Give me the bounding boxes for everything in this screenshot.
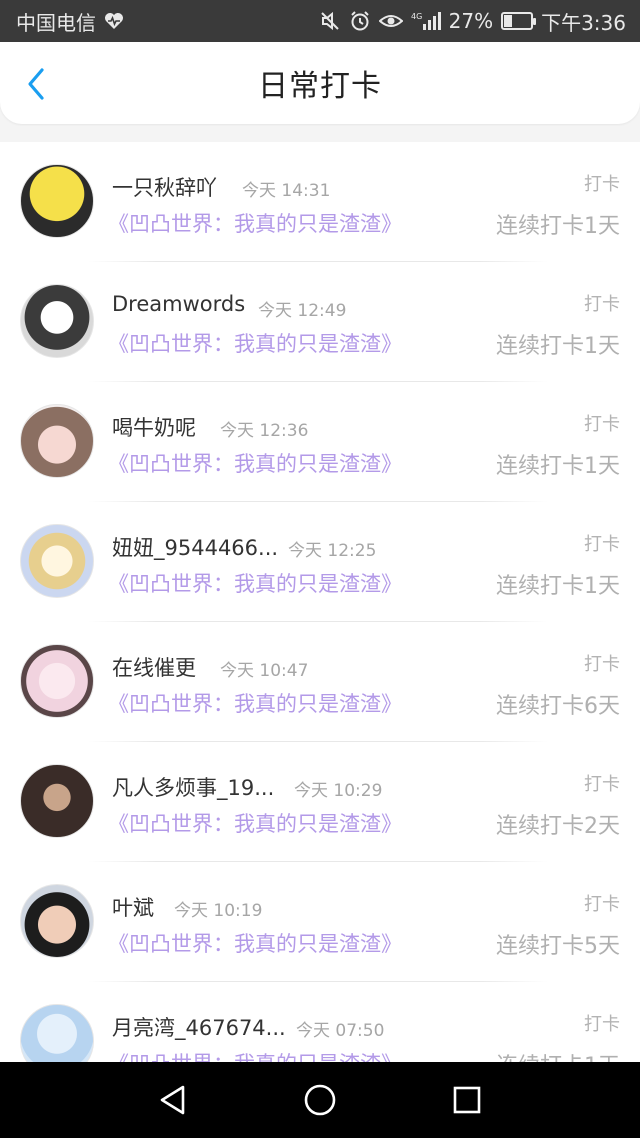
- avatar[interactable]: [20, 524, 94, 598]
- eye-icon: [378, 9, 403, 33]
- checkin-label: 打卡: [584, 174, 620, 195]
- user-name[interactable]: 凡人多烦事_19...: [112, 772, 274, 802]
- header-wrap: 日常打卡: [0, 42, 640, 142]
- clock: 下午3:36: [541, 10, 626, 35]
- signal-icon: 4G: [411, 9, 441, 33]
- checkin-time: 今天 10:19: [174, 901, 263, 921]
- screen: 中国电信 4G 27% 下午3:36 日常打卡 一只秋辞吖 今天 14:31 《…: [0, 0, 640, 1138]
- streak-text: 连续打卡1天: [496, 574, 620, 599]
- book-title-link[interactable]: 《凹凸世界：我真的只是渣渣》: [108, 568, 402, 598]
- streak-text: 连续打卡1天: [496, 214, 620, 239]
- back-nav-button[interactable]: [143, 1070, 203, 1130]
- avatar[interactable]: [20, 884, 94, 958]
- checkin-label: 打卡: [584, 1014, 620, 1035]
- battery-fill: [504, 15, 513, 27]
- user-name[interactable]: Dreamwords: [112, 292, 245, 316]
- list-item[interactable]: 叶斌 今天 10:19 《凹凸世界：我真的只是渣渣》 打卡连续打卡5天: [0, 862, 640, 982]
- user-name[interactable]: 一只秋辞吖: [112, 172, 217, 202]
- checkin-label: 打卡: [584, 774, 620, 795]
- triangle-back-icon: [161, 1085, 185, 1115]
- book-title-link[interactable]: 《凹凸世界：我真的只是渣渣》: [108, 208, 402, 238]
- home-nav-button[interactable]: [290, 1070, 350, 1130]
- checkin-time: 今天 14:31: [242, 181, 331, 201]
- status-left: 中国电信: [16, 7, 124, 36]
- heart-icon: [104, 9, 124, 33]
- list-item[interactable]: 一只秋辞吖 今天 14:31 《凹凸世界：我真的只是渣渣》 打卡连续打卡1天: [0, 142, 640, 262]
- book-title-link[interactable]: 《凹凸世界：我真的只是渣渣》: [108, 1048, 402, 1062]
- checkin-label: 打卡: [584, 534, 620, 555]
- recents-nav-button[interactable]: [437, 1070, 497, 1130]
- book-title-link[interactable]: 《凹凸世界：我真的只是渣渣》: [108, 328, 402, 358]
- avatar[interactable]: [20, 1004, 94, 1062]
- battery-icon: [501, 9, 537, 33]
- user-name[interactable]: 在线催更: [112, 652, 196, 682]
- circle-home-icon: [304, 1084, 336, 1116]
- checkin-label: 打卡: [584, 894, 620, 915]
- checkin-label: 打卡: [584, 654, 620, 675]
- checkin-time: 今天 10:47: [220, 661, 309, 681]
- streak-text: 连续打卡1天: [496, 334, 620, 359]
- book-title-link[interactable]: 《凹凸世界：我真的只是渣渣》: [108, 808, 402, 838]
- status-right: 4G 27% 下午3:36: [319, 7, 626, 36]
- streak-text: 连续打卡2天: [496, 814, 620, 839]
- checkin-label: 打卡: [584, 414, 620, 435]
- mute-icon: [319, 9, 341, 33]
- list-item[interactable]: 妞妞_9544466... 今天 12:25 《凹凸世界：我真的只是渣渣》 打卡连续打…: [0, 502, 640, 622]
- chevron-left-icon: [28, 68, 44, 100]
- book-title-link[interactable]: 《凹凸世界：我真的只是渣渣》: [108, 928, 402, 958]
- user-name[interactable]: 叶斌: [112, 892, 154, 922]
- checkin-time: 今天 12:49: [258, 301, 347, 321]
- list-item[interactable]: 凡人多烦事_19... 今天 10:29 《凹凸世界：我真的只是渣渣》 打卡连续打卡2…: [0, 742, 640, 862]
- status-bar: 中国电信 4G 27% 下午3:36: [0, 0, 640, 42]
- streak-text: 连续打卡1天: [496, 454, 620, 479]
- alarm-icon: [349, 9, 371, 33]
- network-type: 4G: [411, 12, 422, 21]
- book-title-link[interactable]: 《凹凸世界：我真的只是渣渣》: [108, 688, 402, 718]
- user-name[interactable]: 妞妞_9544466...: [112, 532, 278, 562]
- checkin-time: 今天 12:36: [220, 421, 309, 441]
- avatar[interactable]: [20, 764, 94, 838]
- avatar[interactable]: [20, 644, 94, 718]
- checkin-time: 今天 07:50: [296, 1021, 385, 1041]
- list-item[interactable]: Dreamwords 今天 12:49 《凹凸世界：我真的只是渣渣》 打卡连续打卡1天: [0, 262, 640, 382]
- page-title: 日常打卡: [258, 69, 382, 104]
- avatar[interactable]: [20, 404, 94, 478]
- streak-text: 连续打卡1天: [496, 1048, 620, 1062]
- user-name[interactable]: 月亮湾_467674...: [112, 1012, 286, 1042]
- navigation-bar: [0, 1062, 640, 1138]
- carrier-label: 中国电信: [16, 10, 96, 35]
- list-item[interactable]: 月亮湾_467674... 今天 07:50 《凹凸世界：我真的只是渣渣》 打卡连续打…: [0, 982, 640, 1062]
- header: 日常打卡: [0, 42, 640, 124]
- checkin-time: 今天 10:29: [294, 781, 383, 801]
- avatar[interactable]: [20, 284, 94, 358]
- checkin-list[interactable]: 一只秋辞吖 今天 14:31 《凹凸世界：我真的只是渣渣》 打卡 连续打卡1天 Dream…: [0, 142, 640, 1062]
- streak-text: 连续打卡6天: [496, 694, 620, 719]
- checkin-time: 今天 12:25: [288, 541, 377, 561]
- back-button[interactable]: [16, 64, 56, 104]
- streak-text: 连续打卡5天: [496, 934, 620, 959]
- checkin-label: 打卡: [584, 294, 620, 315]
- book-title-link[interactable]: 《凹凸世界：我真的只是渣渣》: [108, 448, 402, 478]
- list-item[interactable]: 喝牛奶呢 今天 12:36 《凹凸世界：我真的只是渣渣》 打卡连续打卡1天: [0, 382, 640, 502]
- list-item[interactable]: 在线催更 今天 10:47 《凹凸世界：我真的只是渣渣》 打卡连续打卡6天: [0, 622, 640, 742]
- user-name[interactable]: 喝牛奶呢: [112, 412, 196, 442]
- square-recents-icon: [453, 1086, 480, 1114]
- avatar[interactable]: [20, 164, 94, 238]
- battery-percent: 27%: [448, 9, 494, 33]
